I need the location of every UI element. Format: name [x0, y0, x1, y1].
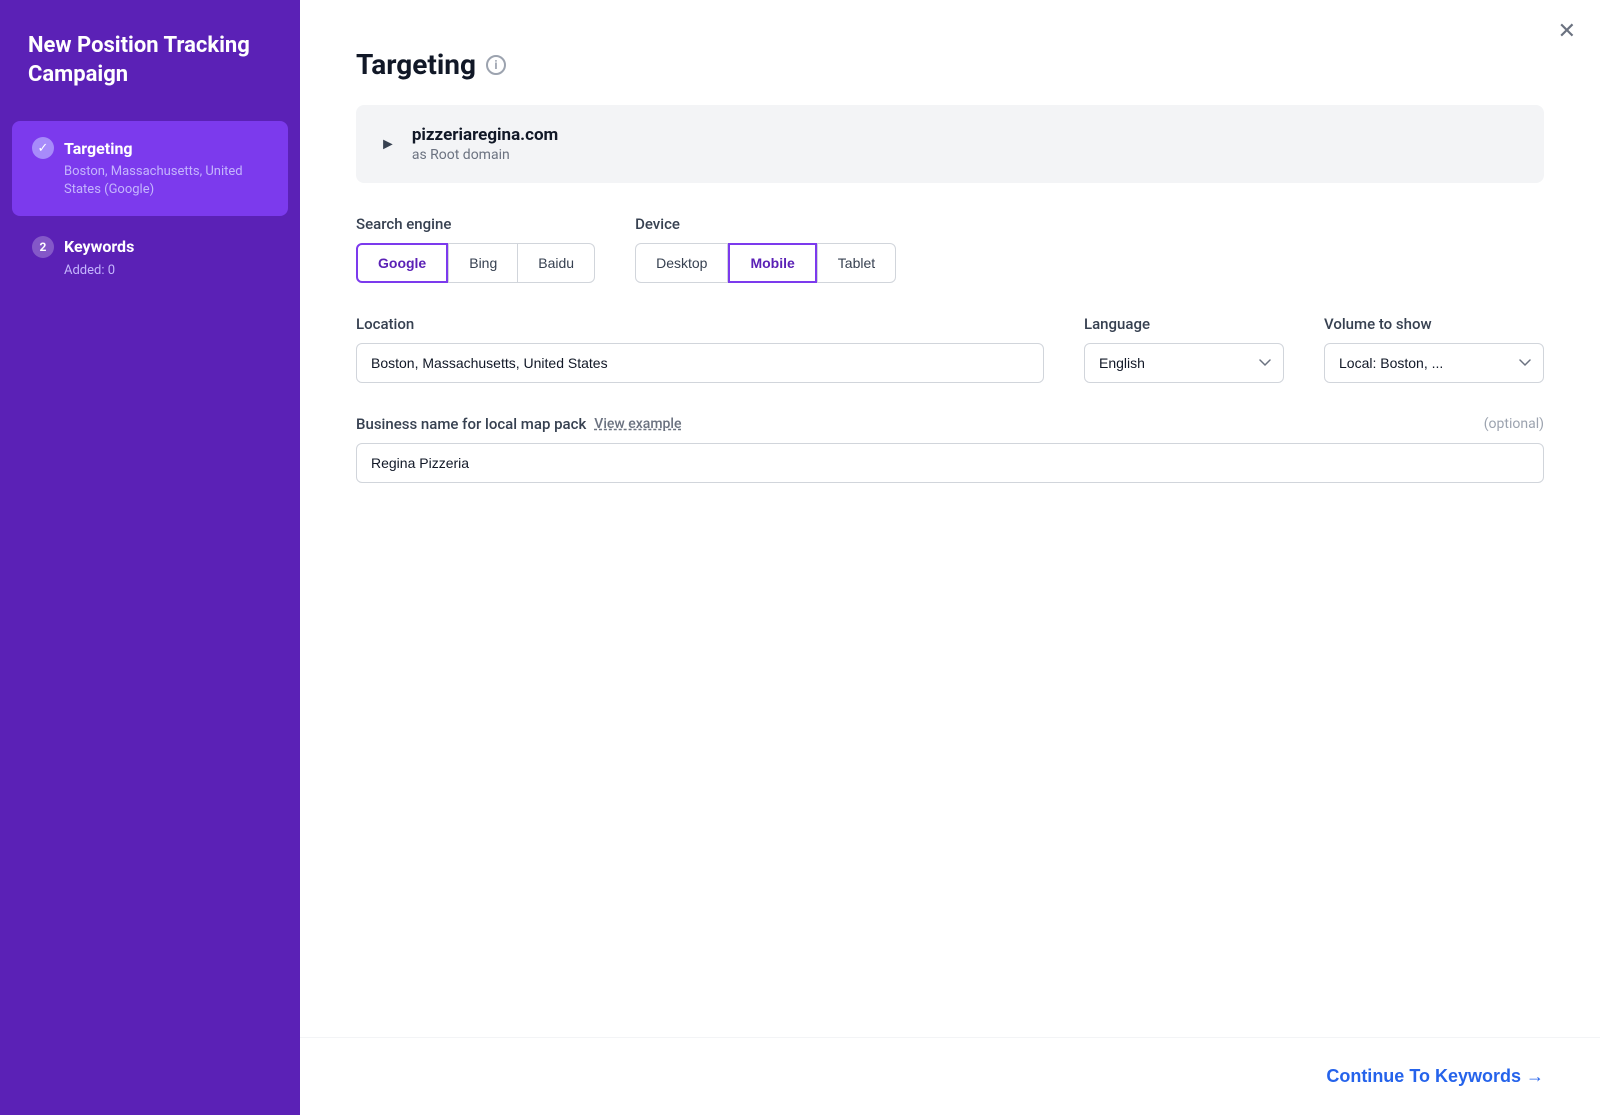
- location-label: Location: [356, 315, 1044, 333]
- business-name-input[interactable]: [356, 443, 1544, 483]
- search-engine-btn-group: Google Bing Baidu: [356, 243, 595, 283]
- location-input[interactable]: [356, 343, 1044, 383]
- step-check-icon: ✓: [32, 137, 54, 159]
- step-keywords-label: Keywords: [64, 237, 134, 256]
- device-label: Device: [635, 215, 896, 233]
- sidebar: New Position Tracking Campaign ✓ Targeti…: [0, 0, 300, 1115]
- search-engine-group: Search engine Google Bing Baidu: [356, 215, 595, 283]
- sidebar-step-keywords[interactable]: 2 Keywords Added: 0: [12, 220, 288, 296]
- language-group: Language English Spanish French German: [1084, 315, 1284, 383]
- search-engine-bing[interactable]: Bing: [448, 243, 518, 283]
- search-engine-label: Search engine: [356, 215, 595, 233]
- sidebar-step-targeting[interactable]: ✓ Targeting Boston, Massachusetts, Unite…: [12, 121, 288, 215]
- language-select[interactable]: English Spanish French German: [1084, 343, 1284, 383]
- optional-label: (optional): [1484, 416, 1544, 432]
- domain-type: as Root domain: [412, 147, 558, 163]
- business-name-section: Business name for local map pack View ex…: [356, 415, 1544, 483]
- device-mobile[interactable]: Mobile: [728, 243, 816, 283]
- volume-select[interactable]: Local: Boston, ... National Global: [1324, 343, 1544, 383]
- device-desktop[interactable]: Desktop: [635, 243, 728, 283]
- step-keywords-sub: Added: 0: [32, 262, 268, 280]
- close-button[interactable]: ✕: [1558, 20, 1576, 42]
- domain-name: pizzeriaregina.com: [412, 125, 558, 145]
- domain-card: ► pizzeriaregina.com as Root domain: [356, 105, 1544, 183]
- volume-label: Volume to show: [1324, 315, 1544, 333]
- sidebar-title: New Position Tracking Campaign: [0, 32, 300, 121]
- device-btn-group: Desktop Mobile Tablet: [635, 243, 896, 283]
- device-group: Device Desktop Mobile Tablet: [635, 215, 896, 283]
- page-title: Targeting: [356, 48, 476, 81]
- main-content: ✕ Targeting i ► pizzeriaregina.com as Ro…: [300, 0, 1600, 1115]
- location-language-row: Location Language English Spanish French…: [356, 315, 1544, 383]
- step-targeting-sub: Boston, Massachusetts, United States (Go…: [32, 163, 268, 199]
- continue-to-keywords-button[interactable]: Continue To Keywords →: [1326, 1066, 1544, 1087]
- info-icon[interactable]: i: [486, 55, 506, 75]
- search-engine-baidu[interactable]: Baidu: [518, 243, 595, 283]
- step-number-icon: 2: [32, 236, 54, 258]
- domain-chevron-icon[interactable]: ►: [380, 134, 396, 154]
- search-engine-google[interactable]: Google: [356, 243, 448, 283]
- view-example-link[interactable]: View example: [594, 416, 681, 432]
- footer: Continue To Keywords →: [300, 1037, 1600, 1115]
- volume-group: Volume to show Local: Boston, ... Nation…: [1324, 315, 1544, 383]
- business-name-label: Business name for local map pack: [356, 415, 586, 433]
- device-tablet[interactable]: Tablet: [817, 243, 896, 283]
- search-device-row: Search engine Google Bing Baidu Device D…: [356, 215, 1544, 283]
- location-group: Location: [356, 315, 1044, 383]
- step-targeting-label: Targeting: [64, 139, 133, 158]
- language-label: Language: [1084, 315, 1284, 333]
